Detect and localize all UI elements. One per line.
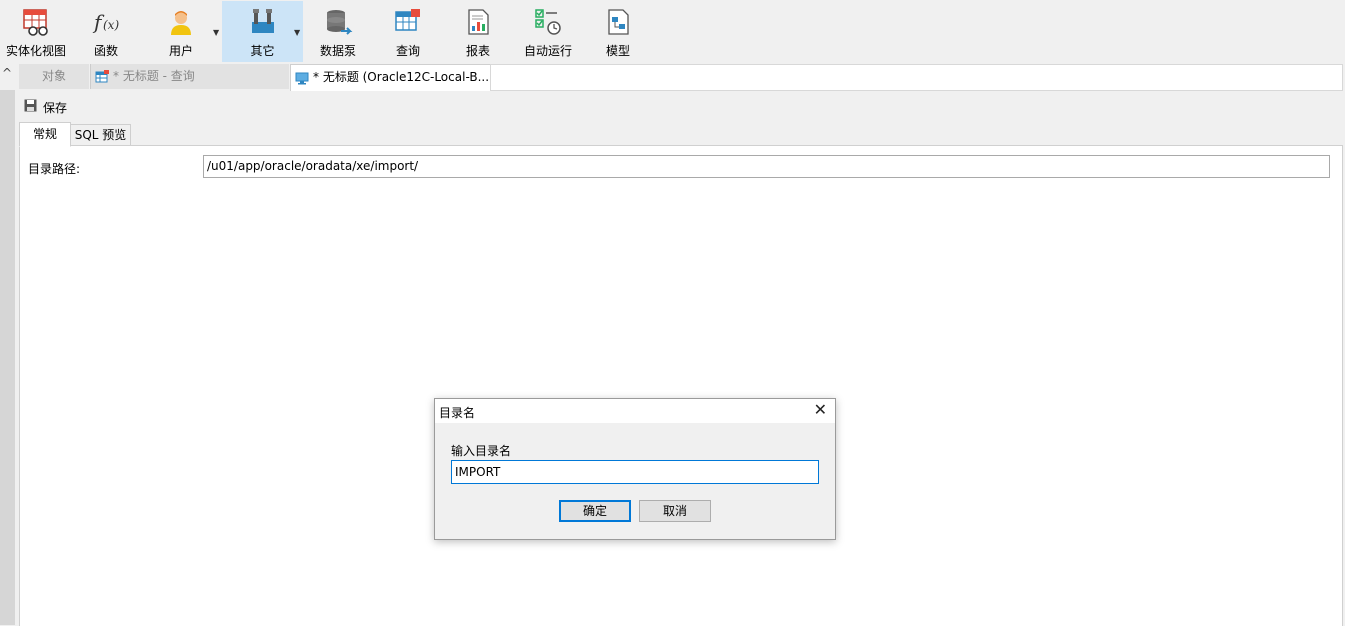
toolbar-other-button[interactable]: 其它 bbox=[222, 1, 303, 62]
toolbar-data-pump-button[interactable]: 数据泵 bbox=[303, 1, 373, 62]
tab-query[interactable]: * 无标题 - 查询 bbox=[90, 64, 289, 89]
toolbar-label: 实体化视图 bbox=[5, 44, 66, 58]
dialog-title: 目录名 bbox=[439, 406, 476, 420]
function-icon: f (x) bbox=[92, 10, 119, 34]
toolbar-model-button[interactable]: 模型 bbox=[583, 1, 653, 62]
tab-label: SQL 预览 bbox=[74, 128, 127, 142]
tools-icon bbox=[251, 9, 274, 33]
tab-directory[interactable]: * 无标题 (Oracle12C-Local-B... bbox=[290, 64, 491, 91]
data-pump-icon bbox=[327, 10, 353, 35]
directory-tab-icon bbox=[295, 72, 309, 84]
directory-path-input[interactable]: /u01/app/oracle/oradata/xe/import/ bbox=[203, 155, 1330, 178]
toolbar-label: 查询 bbox=[395, 44, 420, 58]
svg-text:(x): (x) bbox=[103, 18, 119, 32]
materialized-view-icon bbox=[23, 9, 48, 36]
tab-label: * 无标题 - 查询 bbox=[113, 69, 195, 83]
save-label: 保存 bbox=[43, 101, 68, 115]
toolbar-label: 函数 bbox=[93, 44, 118, 58]
tab-general[interactable]: 常规 bbox=[19, 122, 71, 147]
user-dropdown-arrow-icon[interactable]: ▼ bbox=[213, 28, 219, 37]
directory-name-dialog: 目录名 ✕ 输入目录名 IMPORT 确定 取消 bbox=[434, 398, 836, 540]
tab-objects[interactable]: 对象 bbox=[19, 64, 89, 89]
toolbar-query-button[interactable]: 查询 bbox=[373, 1, 443, 62]
close-icon[interactable]: ✕ bbox=[814, 402, 827, 418]
tab-sql-preview[interactable]: SQL 预览 bbox=[70, 124, 131, 147]
toolbar-label: 模型 bbox=[605, 44, 630, 58]
query-tab-icon bbox=[95, 69, 109, 82]
tab-label: 对象 bbox=[41, 69, 66, 83]
query-icon bbox=[395, 9, 420, 31]
model-icon bbox=[608, 9, 629, 35]
toolbar-label: 其它 bbox=[250, 44, 275, 58]
directory-name-input[interactable]: IMPORT bbox=[451, 460, 819, 484]
tab-label: * 无标题 (Oracle12C-Local-B... bbox=[313, 70, 490, 84]
toolbar-label: 报表 bbox=[465, 44, 490, 58]
directory-path-label: 目录路径: bbox=[28, 162, 81, 176]
dialog-prompt: 输入目录名 bbox=[451, 444, 512, 458]
automation-icon bbox=[535, 9, 561, 35]
save-icon bbox=[24, 99, 37, 112]
toolbar-label: 自动运行 bbox=[523, 44, 572, 58]
user-icon bbox=[171, 11, 191, 35]
toolbar-report-button[interactable]: 报表 bbox=[443, 1, 513, 62]
left-panel-gutter bbox=[0, 90, 15, 625]
ok-button[interactable]: 确定 bbox=[559, 500, 631, 522]
main-toolbar: 实体化视图 f (x) 函数 用户 ▼ 其它 ▼ 数据泵 查询 报表 自动运行 … bbox=[0, 0, 1345, 63]
toolbar-automation-button[interactable]: 自动运行 bbox=[513, 1, 583, 62]
toolbar-materialized-view-button[interactable]: 实体化视图 bbox=[0, 1, 72, 62]
collapse-icon[interactable]: ^ bbox=[2, 66, 14, 80]
general-panel: 目录路径: /u01/app/oracle/oradata/xe/import/ bbox=[19, 145, 1343, 626]
tab-strip-empty-area bbox=[490, 64, 1343, 91]
toolbar-function-button[interactable]: f (x) 函数 bbox=[72, 1, 140, 62]
report-icon bbox=[468, 9, 489, 35]
dialog-titlebar: 目录名 ✕ bbox=[435, 399, 835, 423]
toolbar-label: 数据泵 bbox=[319, 44, 356, 58]
toolbar-label: 用户 bbox=[168, 44, 193, 58]
tab-label: 常规 bbox=[32, 127, 57, 141]
cancel-button[interactable]: 取消 bbox=[639, 500, 711, 522]
toolbar-user-button[interactable]: 用户 bbox=[145, 1, 217, 62]
other-dropdown-arrow-icon[interactable]: ▼ bbox=[294, 28, 300, 37]
